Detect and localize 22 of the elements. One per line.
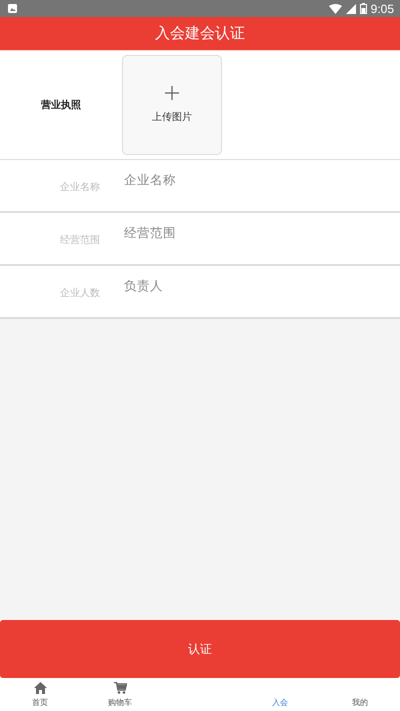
plus-icon [165, 86, 179, 100]
input-field[interactable]: 企业名称 [124, 172, 364, 187]
upload-image-button[interactable]: 上传图片 [122, 55, 222, 155]
tab[interactable]: 入会 [240, 678, 320, 711]
status-time: 9:05 [370, 2, 394, 16]
wifi-icon [328, 4, 342, 14]
submit-button[interactable]: 认证 [0, 620, 400, 678]
notification-icon [8, 4, 17, 13]
battery-icon [360, 3, 367, 14]
field-label: 企业名称 [59, 180, 100, 194]
input-field[interactable]: 负责人 [124, 278, 364, 293]
tab[interactable]: 我的 [320, 678, 400, 711]
home-icon [34, 682, 46, 694]
input-field[interactable]: 经营范围 [124, 225, 364, 240]
page-title: 入会建会认证 [155, 24, 245, 43]
signal-icon [346, 4, 356, 14]
tab[interactable]: 首页 [0, 678, 80, 711]
field-label: 营业执照 [40, 98, 82, 112]
field-label: 经营范围 [59, 234, 100, 247]
tab[interactable]: 购物车 [80, 678, 160, 711]
cart-icon [114, 682, 126, 694]
field-label: 企业人数 [59, 286, 100, 300]
